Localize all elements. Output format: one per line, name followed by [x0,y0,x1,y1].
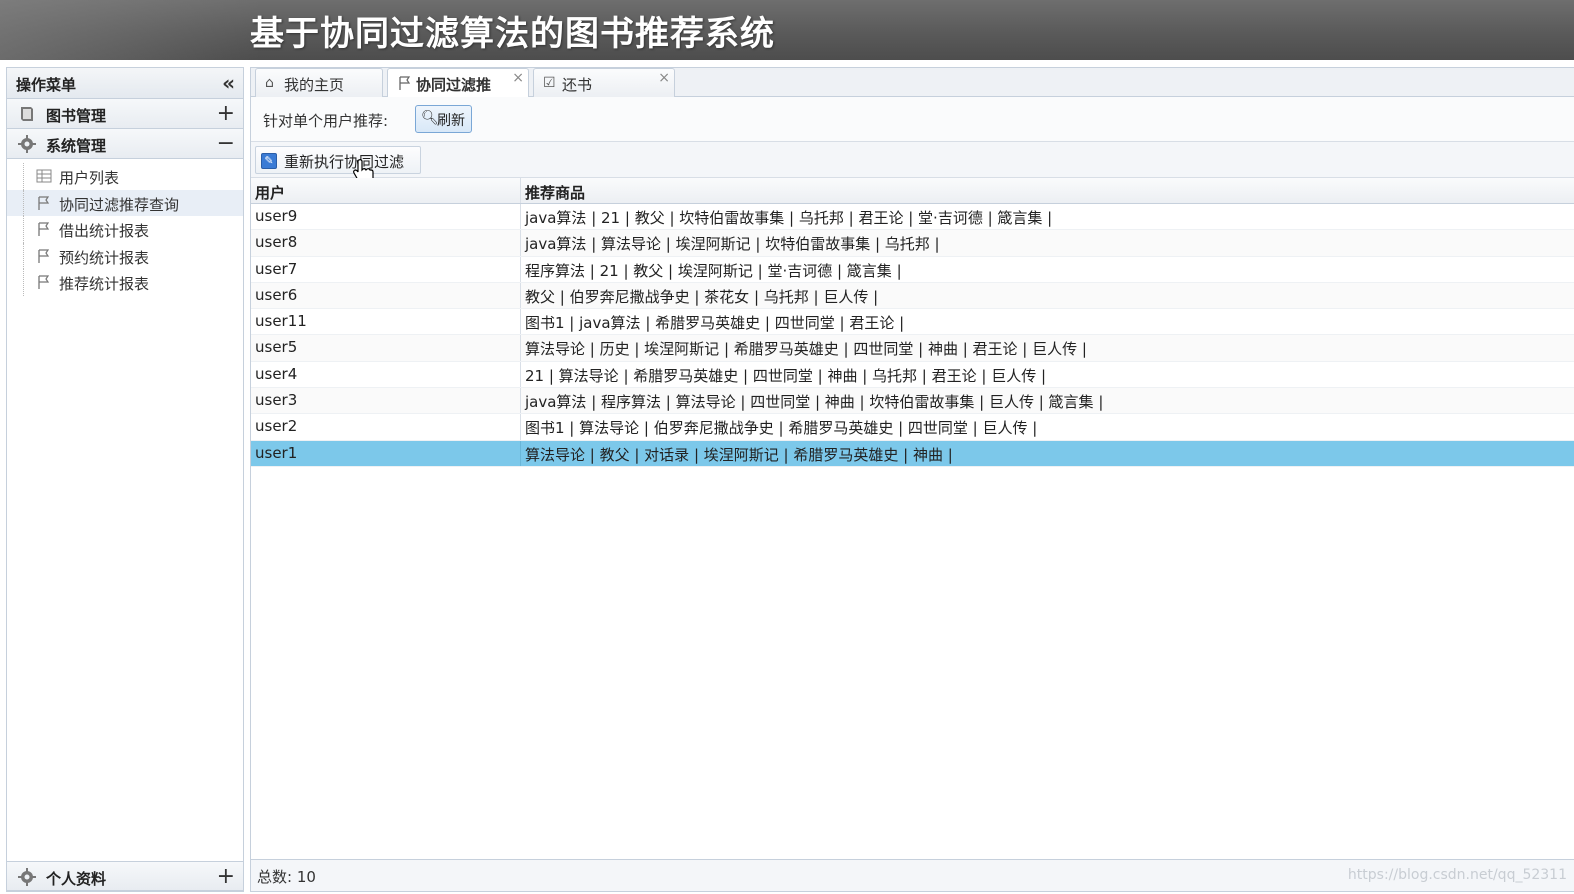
tree-guide-line [23,163,24,190]
collapse-icon[interactable]: − [217,131,235,156]
cell-recommendations: java算法 | 21 | 教父 | 坎特伯雷故事集 | 乌托邦 | 君王论 |… [525,209,1053,227]
sidebar-item-reserve-report[interactable]: 预约统计报表 [7,242,243,269]
cell-user: user8 [255,233,298,252]
sidebar-item-label: 推荐统计报表 [59,275,150,293]
cell-recommendations: java算法 | 算法导论 | 埃涅阿斯记 | 坎特伯雷故事集 | 乌托邦 | [525,235,940,254]
expand-icon[interactable]: + [217,864,235,889]
table-row[interactable]: user5 算法导论 | 历史 | 埃涅阿斯记 | 希腊罗马英雄史 | 四世同堂… [251,335,1574,362]
rerun-label: 重新执行协同过滤 [284,153,405,171]
tab-bar: ⌂ 我的主页 协同过滤推 × ☑ 还书 × [251,68,1574,98]
action-toolbar: ✎ 重新执行协同过滤 [251,142,1574,184]
cell-recommendations: 21 | 算法导论 | 希腊罗马英雄史 | 四世同堂 | 神曲 | 乌托邦 | … [525,366,1047,385]
flag-icon [38,222,50,236]
refresh-button[interactable]: 🔍︎ 刷新 [415,105,472,133]
cell-user: user7 [255,259,298,278]
sidebar-header: 操作菜单 « [7,68,243,99]
sidebar-item-label: 预约统计报表 [59,248,150,267]
cell-user: user2 [255,417,298,436]
panel-label: 图书管理 [46,107,107,125]
total-count: 总数: 10 [257,868,316,886]
table-icon [36,169,52,183]
cell-recommendations: 图书1 | java算法 | 希腊罗马英雄史 | 四世同堂 | 君王论 | [525,314,905,333]
cell-recommendations: 图书1 | 算法导论 | 伯罗奔尼撒战争史 | 希腊罗马英雄史 | 四世同堂 |… [525,419,1038,438]
cell-recommendations: 教父 | 伯罗奔尼撒战争史 | 茶花女 | 乌托邦 | 巨人传 | [525,287,879,306]
column-header-recommendations[interactable]: 推荐商品 [521,178,1574,203]
cell-user: user3 [255,391,298,410]
cell-user: user6 [255,285,298,304]
tab-cf-recommend[interactable]: 协同过滤推 × [387,68,529,98]
table-row[interactable]: user7 程序算法 | 21 | 教父 | 埃涅阿斯记 | 堂·吉诃德 | 箴… [251,256,1574,283]
table-row[interactable]: user11 图书1 | java算法 | 希腊罗马英雄史 | 四世同堂 | 君… [251,309,1574,336]
cell-recommendations: 算法导论 | 教父 | 对话录 | 埃涅阿斯记 | 希腊罗马英雄史 | 神曲 | [525,445,953,464]
tab-label: 我的主页 [284,76,345,94]
home-icon: ⌂ [265,75,274,91]
expand-icon[interactable]: + [217,101,235,126]
cell-user: user1 [255,443,298,462]
recommendation-grid: 用户 推荐商品 user9 java算法 | 21 | 教父 | 坎特伯雷故事集… [251,178,1574,467]
watermark-text: https://blog.csdn.net/qq_52311 [1347,867,1567,883]
column-header-label: 用户 [255,184,286,202]
gear-icon [18,135,36,153]
sidebar-item-loan-report[interactable]: 借出统计报表 [7,216,243,243]
filter-toolbar: 针对单个用户推荐: 🔍︎ 刷新 [251,97,1574,142]
sidebar: 操作菜单 « 图书管理 + 系统管理 − 用户列表 协同过滤推荐查询 借出统计报… [6,67,244,892]
tree-guide-line [23,216,24,243]
edit-icon: ✎ [261,153,277,169]
main-content: ⌂ 我的主页 协同过滤推 × ☑ 还书 × 针对单个用户推荐: 🔍︎ 刷新 ✎ … [250,67,1574,892]
tab-label: 还书 [562,76,593,94]
cell-user: user11 [255,312,307,331]
flag-icon [38,275,50,289]
system-menu-tree: 用户列表 协同过滤推荐查询 借出统计报表 预约统计报表 推荐统计报表 [7,159,243,296]
table-row[interactable]: user9 java算法 | 21 | 教父 | 坎特伯雷故事集 | 乌托邦 |… [251,204,1574,231]
cell-recommendations: 算法导论 | 历史 | 埃涅阿斯记 | 希腊罗马英雄史 | 四世同堂 | 神曲 … [525,340,1087,359]
panel-profile[interactable]: 个人资料 + [7,861,243,891]
sidebar-item-recommend-report[interactable]: 推荐统计报表 [7,269,243,296]
column-header-label: 推荐商品 [525,184,586,202]
sidebar-item-user-list[interactable]: 用户列表 [7,163,243,190]
table-row[interactable]: user4 21 | 算法导论 | 希腊罗马英雄史 | 四世同堂 | 神曲 | … [251,361,1574,389]
grid-header: 用户 推荐商品 [251,178,1574,204]
cell-user: user5 [255,338,298,357]
filter-label: 针对单个用户推荐: [263,112,389,130]
tab-label: 协同过滤推 [416,76,492,94]
panel-book-management[interactable]: 图书管理 + [7,99,243,129]
sidebar-title: 操作菜单 [16,76,77,94]
table-row[interactable]: user6 教父 | 伯罗奔尼撒战争史 | 茶花女 | 乌托邦 | 巨人传 | [251,282,1574,310]
column-header-user[interactable]: 用户 [251,178,521,203]
tree-guide-line [23,269,24,296]
tab-home[interactable]: ⌂ 我的主页 [255,68,383,97]
gear-icon [18,868,36,886]
cell-user: user4 [255,364,298,383]
app-header: 基于协同过滤算法的图书推荐系统 [0,0,1574,60]
tree-guide-line [23,189,24,216]
sidebar-item-label: 用户列表 [59,169,120,187]
flag-icon [399,76,411,90]
table-row[interactable]: user8 java算法 | 算法导论 | 埃涅阿斯记 | 坎特伯雷故事集 | … [251,230,1574,257]
panel-label: 个人资料 [46,870,107,888]
close-icon[interactable]: × [512,70,524,86]
table-row[interactable]: user2 图书1 | 算法导论 | 伯罗奔尼撒战争史 | 希腊罗马英雄史 | … [251,414,1574,441]
table-row[interactable]: user3 java算法 | 程序算法 | 算法导论 | 四世同堂 | 神曲 |… [251,388,1574,415]
app-title: 基于协同过滤算法的图书推荐系统 [250,14,775,54]
sidebar-item-cf-query[interactable]: 协同过滤推荐查询 [7,189,243,216]
pagination-bar: 总数: 10 https://blog.csdn.net/qq_52311 [251,859,1574,891]
rerun-cf-button[interactable]: ✎ 重新执行协同过滤 [255,146,421,174]
cell-user: user9 [255,207,298,225]
table-row-selected[interactable]: user1 算法导论 | 教父 | 对话录 | 埃涅阿斯记 | 希腊罗马英雄史 … [251,440,1574,467]
book-icon [21,107,33,121]
close-icon[interactable]: × [658,70,670,86]
flag-icon [38,248,50,263]
tab-return-book[interactable]: ☑ 还书 × [533,68,675,97]
refresh-label: 刷新 [437,113,465,129]
collapse-sidebar-icon[interactable]: « [222,71,235,95]
tree-guide-line [23,242,24,269]
cell-recommendations: java算法 | 程序算法 | 算法导论 | 四世同堂 | 神曲 | 坎特伯雷故… [525,393,1104,412]
checkbox-icon: ☑ [543,75,556,91]
panel-system-management[interactable]: 系统管理 − [7,129,243,159]
flag-icon [38,195,50,210]
sidebar-item-label: 借出统计报表 [59,222,150,240]
sidebar-item-label: 协同过滤推荐查询 [59,195,180,214]
cell-recommendations: 程序算法 | 21 | 教父 | 埃涅阿斯记 | 堂·吉诃德 | 箴言集 | [525,261,902,280]
panel-label: 系统管理 [46,137,107,155]
